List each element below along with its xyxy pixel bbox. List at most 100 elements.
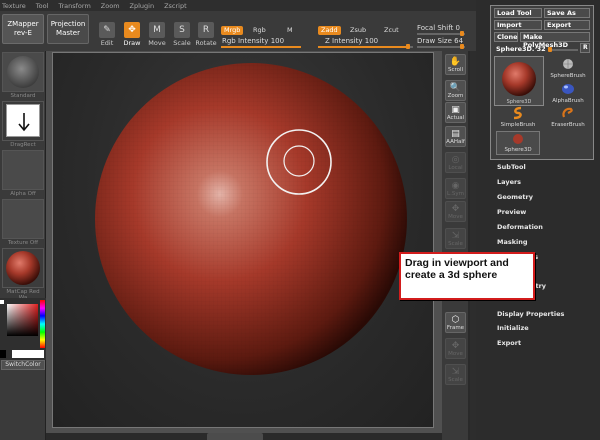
arrow-down-icon <box>18 113 30 132</box>
tool-thumb-eraserbrush[interactable]: EraserBrush <box>546 106 590 130</box>
view-label: Move <box>448 351 463 357</box>
view-scroll-button[interactable]: ✋ Scroll <box>445 54 466 75</box>
sphere3d-small-label: Sphere3D <box>504 147 532 153</box>
rgb-intensity-text: Rgb Intensity <box>222 37 269 45</box>
move-icon: M <box>149 22 165 38</box>
subpalette-layers[interactable]: Layers <box>497 178 521 186</box>
menu-item-zscript[interactable]: Zscript <box>164 2 187 10</box>
view-label: Scroll <box>447 67 464 73</box>
sphere3d-icon <box>502 62 536 96</box>
zmapper-button[interactable]: ZMapper rev-E <box>2 14 44 44</box>
zadd-button[interactable]: Zadd <box>318 26 341 35</box>
zcut-button[interactable]: Zcut <box>381 26 402 35</box>
make-polymesh-button[interactable]: Make PolyMesh3D <box>520 32 590 49</box>
simplebrush-label: SimpleBrush <box>500 122 536 128</box>
zsub-button[interactable]: Zsub <box>347 26 369 35</box>
m-button[interactable]: M <box>284 26 296 35</box>
alphabrush-label: AlphaBrush <box>552 98 584 104</box>
view-aahalf-button[interactable]: ▤ AAHalf <box>445 126 466 147</box>
tool-count-slider[interactable] <box>548 49 578 51</box>
alpha-label: Alpha Off <box>10 191 36 197</box>
view-lsym-button[interactable]: ◉ L.Sym <box>445 178 466 199</box>
view-move-button[interactable]: ✥ Move <box>445 338 466 359</box>
rgb-intensity-fill <box>221 46 301 48</box>
subpalette-initialize[interactable]: Initialize <box>497 324 529 332</box>
focal-shift-label[interactable]: Focal Shift 0 <box>417 24 460 32</box>
draw-size-knob[interactable] <box>460 44 464 49</box>
tool-thumb-simplebrush[interactable]: SimpleBrush <box>496 106 540 130</box>
focal-shift-slider[interactable] <box>417 33 465 35</box>
menu-item-tool[interactable]: Tool <box>36 2 49 10</box>
rgb-button[interactable]: Rgb <box>250 26 269 35</box>
scale-button[interactable]: S Scale <box>171 13 193 47</box>
projection-master-button[interactable]: Projection Master <box>47 14 89 44</box>
document-viewport[interactable] <box>52 52 434 428</box>
rgb-intensity-value: 100 <box>270 37 285 45</box>
menu-item-zoom[interactable]: Zoom <box>101 2 120 10</box>
switch-color-button[interactable]: SwitchColor <box>1 360 45 370</box>
z-intensity-knob[interactable] <box>406 44 410 49</box>
menu-item-texture[interactable]: Texture <box>2 2 26 10</box>
zoom-icon: 🔍 <box>449 83 462 93</box>
local-icon: ◎ <box>451 155 460 165</box>
z-intensity-label[interactable]: Z Intensity 100 <box>325 37 378 45</box>
subpalette-export[interactable]: Export <box>497 339 521 347</box>
scale-label: Scale <box>173 39 191 47</box>
move-button[interactable]: M Move <box>146 13 168 47</box>
rgb-intensity-label[interactable]: Rgb Intensity 100 <box>222 37 284 45</box>
dragrect-swatch <box>6 104 40 137</box>
standard-brush-icon <box>7 56 39 88</box>
subpalette-display-properties[interactable]: Display Properties <box>497 310 564 318</box>
standard-label: Standard <box>10 93 36 99</box>
draw-size-slider[interactable] <box>417 46 465 48</box>
view-local-button[interactable]: ◎ Local <box>445 152 466 173</box>
r-button[interactable]: R <box>580 43 590 53</box>
texture-tile[interactable] <box>2 199 44 239</box>
zmapper-label: ZMapper <box>7 20 39 28</box>
alpha-tile[interactable] <box>2 150 44 190</box>
bottom-tray-handle[interactable] <box>207 433 263 440</box>
view-actual-button[interactable]: ▣ Actual <box>445 102 466 123</box>
tool-count-knob[interactable] <box>548 47 552 52</box>
eraserbrush-label: EraserBrush <box>551 122 585 128</box>
tool-thumb-alphabrush[interactable]: AlphaBrush <box>546 82 590 106</box>
load-tool-button[interactable]: Load Tool <box>494 8 542 18</box>
menu-item-zplugin[interactable]: Zplugin <box>130 2 155 10</box>
mrgb-button[interactable]: Mrgb <box>221 26 244 35</box>
export-tool-button[interactable]: Export <box>544 20 590 30</box>
alphabrush-icon <box>562 84 574 94</box>
view-scale-button[interactable]: ⇲ Scale <box>445 228 466 249</box>
subpalette-preview[interactable]: Preview <box>497 208 526 216</box>
view-zoom-button[interactable]: 🔍 Zoom <box>445 80 466 101</box>
clone-button[interactable]: Clone <box>494 32 518 42</box>
view-label: Move <box>448 214 463 220</box>
edit-button[interactable]: ✎ Edit <box>96 13 118 47</box>
import-button[interactable]: Import <box>494 20 542 30</box>
z-intensity-text: Z Intensity <box>325 37 363 45</box>
brush-standard-tile[interactable] <box>2 52 44 92</box>
edit-label: Edit <box>100 39 114 47</box>
subpalette-subtool[interactable]: SubTool <box>497 163 526 171</box>
color-picker[interactable] <box>0 298 46 360</box>
subpalette-deformation[interactable]: Deformation <box>497 223 543 231</box>
tool-thumb-spherebrush[interactable]: SphereBrush <box>546 57 590 81</box>
focal-shift-knob[interactable] <box>460 31 464 36</box>
menu-item-transform[interactable]: Transform <box>58 2 90 10</box>
view-scale-button[interactable]: ⇲ Scale <box>445 364 466 385</box>
tool-thumb-sphere3d[interactable]: Sphere3D <box>494 56 544 106</box>
view-frame-button[interactable]: ⬡ Frame <box>445 312 466 333</box>
stroke-dragrect-tile[interactable] <box>2 101 44 141</box>
subpalette-masking[interactable]: Masking <box>497 238 528 246</box>
simplebrush-icon <box>513 106 522 120</box>
draw-button[interactable]: ✥ Draw <box>121 13 143 47</box>
tool-thumb-sphere3d-small[interactable]: Sphere3D <box>496 131 540 155</box>
material-tile[interactable] <box>2 248 44 288</box>
sphere-render <box>95 63 407 375</box>
draw-size-label[interactable]: Draw Size 64 <box>417 37 463 45</box>
view-move-button[interactable]: ✥ Move <box>445 201 466 222</box>
save-as-button[interactable]: Save As <box>544 8 590 18</box>
material-label: MatCap Red Wa <box>6 289 40 301</box>
rotate-button[interactable]: R Rotate <box>195 13 217 47</box>
subpalette-geometry[interactable]: Geometry <box>497 193 533 201</box>
lsym-icon: ◉ <box>451 181 460 191</box>
